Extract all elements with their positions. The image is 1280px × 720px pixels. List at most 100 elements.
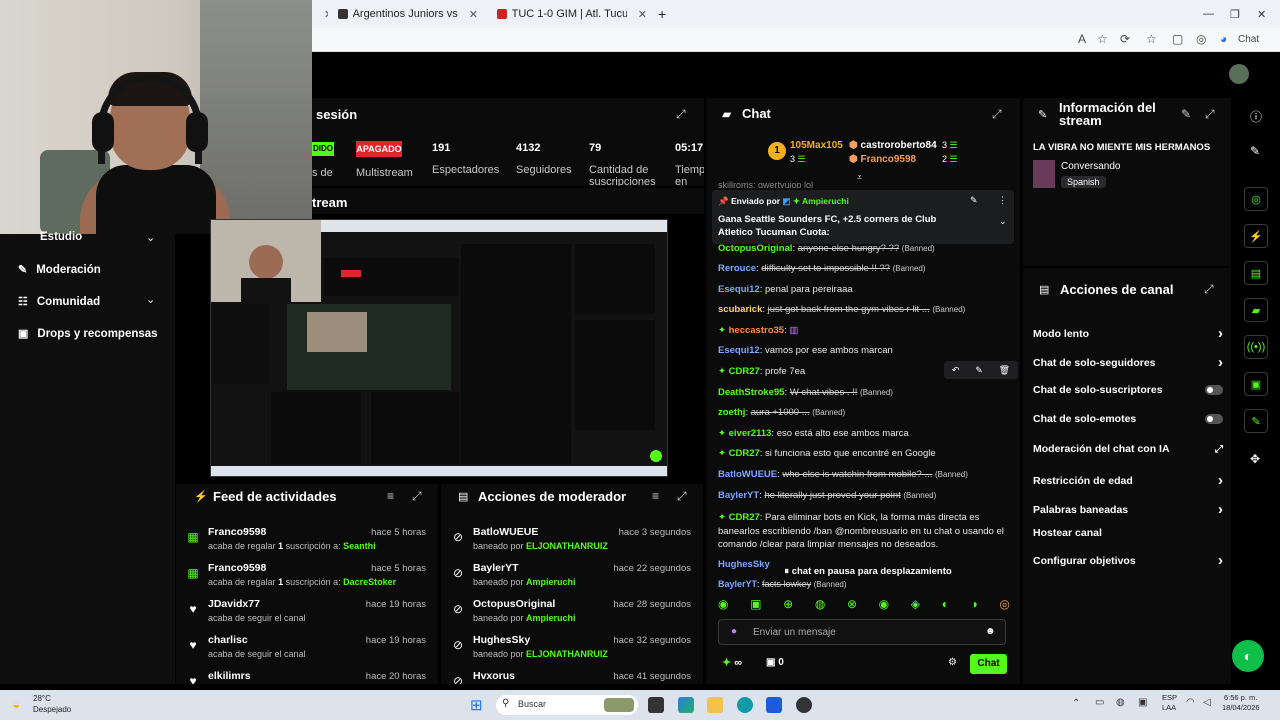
popout-icon[interactable]: ⤢ [1204, 282, 1214, 297]
chevron-right-icon[interactable]: › [1218, 501, 1223, 518]
taskbar-search[interactable]: ⚲ Buscar [496, 695, 638, 715]
sidebar-item-comunidad[interactable]: ☷ Comunidad [18, 295, 100, 309]
tab-close-fragment[interactable]: ✕ [318, 5, 328, 23]
chat-username[interactable]: Esequi12 [718, 284, 760, 295]
feed-user[interactable]: Franco9598 [208, 526, 266, 538]
edge-icon[interactable] [678, 697, 694, 713]
channel-action-item[interactable]: Chat de solo-suscriptores [1033, 384, 1223, 396]
popout-icon[interactable]: ⤢ [677, 489, 687, 504]
info-icon[interactable]: ⓘ [1250, 108, 1262, 125]
refresh-icon[interactable]: ⟳ [1120, 32, 1130, 46]
channel-action-item[interactable]: Hostear canal [1033, 527, 1223, 539]
more-icon[interactable]: ⋮ [998, 195, 1007, 206]
delete-icon[interactable]: 🗑 [999, 365, 1010, 376]
chevron-up-icon[interactable]: ⌃ [1072, 698, 1080, 709]
chat-username[interactable]: DeathStroke95 [718, 387, 785, 398]
chat-username[interactable]: eiver2113 [729, 428, 772, 439]
weather-icon[interactable]: ◒ [12, 696, 20, 712]
avatar[interactable] [1229, 64, 1249, 84]
support-chat-button[interactable]: ◐ [1232, 640, 1264, 672]
feed-user[interactable]: JDavidx77 [208, 598, 260, 610]
camera-icon[interactable]: ◎ [1244, 187, 1268, 211]
channel-action-item[interactable]: Chat de solo-emotes [1033, 413, 1223, 425]
emote-icon[interactable]: ◎ [999, 597, 1009, 613]
task-view-icon[interactable] [648, 697, 664, 713]
maximize-icon[interactable]: ❐ [1230, 5, 1240, 23]
plugins-icon[interactable]: ✥ [1250, 452, 1260, 466]
chat-username[interactable]: CDR27 [729, 512, 760, 523]
feed-user[interactable]: Franco9598 [208, 562, 266, 574]
language-indicator[interactable]: ESP [1162, 693, 1177, 702]
leader-name[interactable]: 105Max105 [790, 140, 843, 151]
chat-username[interactable]: CDR27 [729, 366, 760, 377]
emote-icon[interactable]: ◍ [815, 597, 825, 613]
chevron-right-icon[interactable]: › [1218, 552, 1223, 569]
mod-target[interactable]: Hvxorus [473, 670, 515, 682]
external-link-icon[interactable]: ⤢ [1215, 444, 1223, 455]
popout-icon[interactable]: ⤢ [992, 107, 1002, 122]
leader-name[interactable]: ⬢ castroroberto84 [849, 140, 937, 151]
profile-icon[interactable]: ◎ [1196, 32, 1206, 46]
store-icon[interactable] [766, 697, 782, 713]
windows-start-icon[interactable]: ⊞ [470, 696, 483, 714]
tray-app-icon[interactable]: ▭ [1095, 697, 1104, 708]
pin-icon[interactable]: ✎ [970, 195, 978, 206]
chat-username[interactable]: BaylerYT [718, 490, 759, 501]
popout-icon[interactable]: ⤢ [1205, 107, 1215, 122]
emote-icon[interactable]: ⊗ [847, 597, 857, 613]
emote-icon[interactable]: ◈ [911, 597, 920, 613]
toggle-switch[interactable] [1205, 385, 1223, 395]
read-aloud-icon[interactable]: A [1078, 32, 1086, 46]
chat-username[interactable]: scubarick [718, 304, 762, 315]
chat-username[interactable]: Esequi12 [718, 345, 760, 356]
pin-icon[interactable]: ✎ [975, 365, 983, 376]
chat-username[interactable]: OctopusOriginal [718, 243, 792, 254]
wrench-icon[interactable]: ✎ [1244, 409, 1268, 433]
channel-action-item[interactable]: Moderación del chat con IA ⤢ [1033, 443, 1223, 455]
clock-time[interactable]: 6:56 p. m. [1224, 693, 1257, 702]
obs-icon[interactable] [796, 697, 812, 713]
file-explorer-icon[interactable] [707, 697, 723, 713]
favorite-star-icon[interactable]: ☆ [1097, 32, 1108, 46]
channel-action-item[interactable]: Restricción de edad › [1033, 472, 1223, 489]
emote-icon[interactable]: ◉ [879, 597, 889, 613]
emote-icon[interactable]: ⊕ [783, 597, 793, 613]
emoji-icon[interactable]: ☻ [985, 626, 996, 637]
clipboard-icon[interactable]: ▤ [1244, 261, 1268, 285]
chevron-right-icon[interactable]: › [1218, 354, 1223, 371]
popout-icon[interactable]: ⤢ [412, 489, 422, 504]
feed-user[interactable]: charlisc [208, 634, 248, 646]
sidebar-item-drops[interactable]: ▣ Drops y recompensas [18, 327, 158, 341]
lightning-icon[interactable]: ⚡ [1244, 224, 1268, 248]
tray-app-icon[interactable]: ▣ [1138, 697, 1147, 708]
browser-icon[interactable] [737, 697, 753, 713]
category-name[interactable]: Conversando [1061, 161, 1120, 172]
edit-icon[interactable]: ✎ [1181, 107, 1191, 121]
tray-app-icon[interactable]: ◍ [1116, 697, 1125, 708]
gift-indicator[interactable]: ▣ 0 [766, 657, 784, 668]
filter-icon[interactable]: ≡ [652, 489, 659, 503]
chat-username[interactable]: CDR27 [729, 448, 760, 459]
emote-icon[interactable]: ◉ [718, 597, 728, 613]
feed-user[interactable]: elkilimrs [208, 670, 251, 682]
chat-bubble-icon[interactable]: ▰ [1244, 298, 1268, 322]
emote-icon[interactable]: ◑ [971, 597, 978, 613]
collapse-icon[interactable]: ⩡ [857, 172, 862, 183]
chat-username[interactable]: Rerouce [718, 263, 756, 274]
new-tab-button[interactable]: + [658, 5, 666, 23]
pinned-message[interactable]: 📌 Enviado por ◩ ✦ Ampieruchi ✎ ⋮ Gana Se… [712, 190, 1014, 244]
reply-icon[interactable]: ↶ [952, 365, 960, 376]
leader-name[interactable]: ⬢ Franco9598 [849, 154, 916, 165]
mod-target[interactable]: BaylerYT [473, 562, 519, 574]
send-chat-button[interactable]: Chat [970, 654, 1007, 674]
mod-target[interactable]: OctopusOriginal [473, 598, 555, 610]
wifi-icon[interactable]: ◠ [1186, 697, 1195, 708]
channel-action-item[interactable]: Configurar objetivos › [1033, 552, 1223, 569]
chevron-down-icon[interactable]: ⌄ [999, 216, 1007, 227]
channel-action-item[interactable]: Modo lento › [1033, 325, 1223, 342]
copilot-icon[interactable]: ◕ [1220, 32, 1227, 46]
emote-icon[interactable]: ◐ [942, 597, 949, 613]
chevron-right-icon[interactable]: › [1218, 472, 1223, 489]
toggle-switch[interactable] [1205, 414, 1223, 424]
browser-tab-1[interactable]: Argentinos Juniors vs CA Tucumán ✕ [338, 5, 478, 23]
